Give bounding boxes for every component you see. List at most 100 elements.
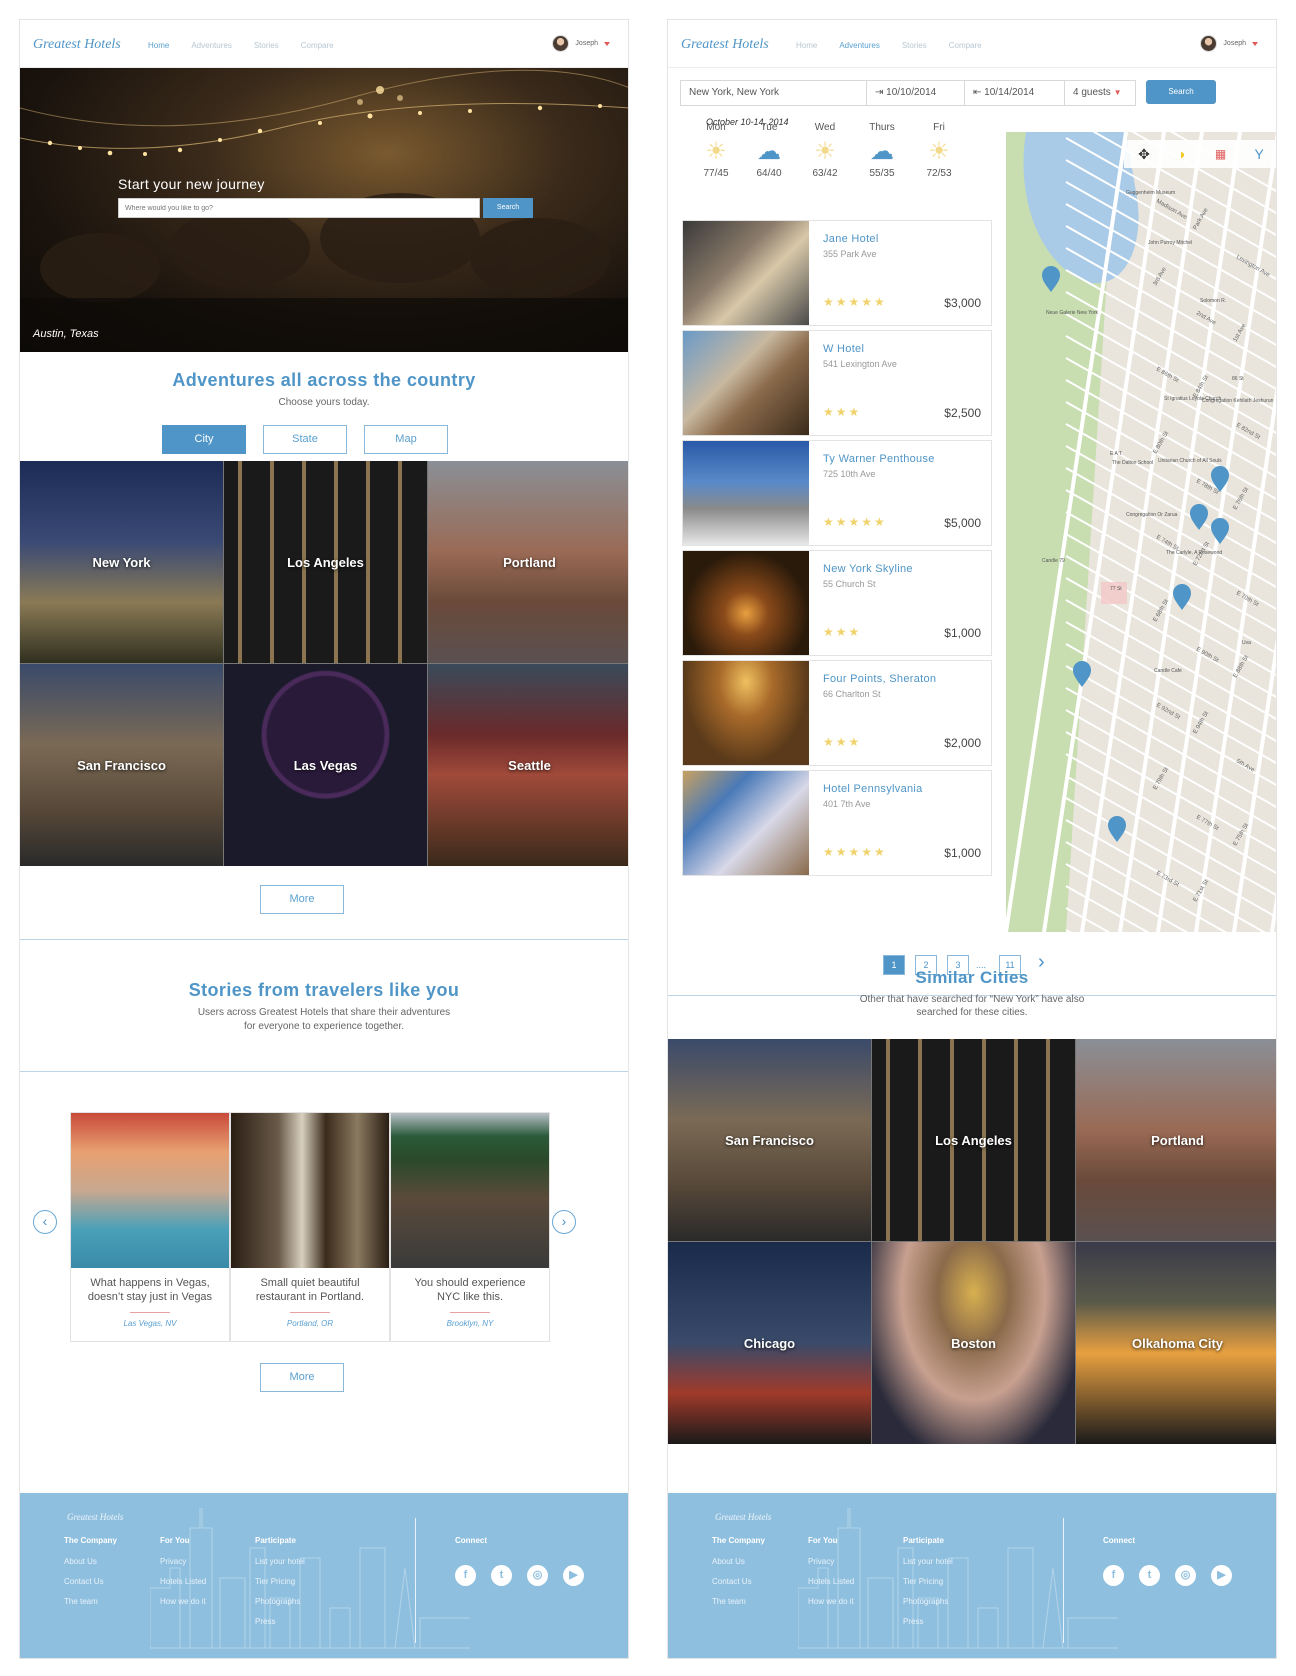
- hotel-name[interactable]: Ty Warner Penthouse: [823, 453, 935, 465]
- state-toggle-button[interactable]: State: [263, 425, 347, 454]
- destination-search-input[interactable]: [118, 198, 480, 218]
- hotel-result[interactable]: Four Points, Sheraton 66 Charlton St ★★★…: [682, 660, 992, 766]
- city-tile[interactable]: New York: [20, 461, 223, 663]
- sun-icon: ☀: [705, 138, 727, 165]
- footer-link[interactable]: Press: [255, 1617, 305, 1626]
- next-arrow-icon[interactable]: ›: [552, 1210, 576, 1234]
- temp-label: 64/40: [756, 168, 782, 179]
- footer-link[interactable]: Privacy: [160, 1557, 206, 1566]
- instagram-icon[interactable]: ◎: [527, 1565, 548, 1586]
- footer-link[interactable]: About Us: [712, 1557, 765, 1566]
- hotel-result[interactable]: Ty Warner Penthouse 725 10th Ave ★★★★★ $…: [682, 440, 992, 546]
- more-cities-button[interactable]: More: [260, 885, 344, 914]
- location-field[interactable]: New York, New York: [681, 81, 867, 105]
- facebook-icon[interactable]: f: [455, 1565, 476, 1586]
- nav-adventures[interactable]: Adventures: [191, 41, 231, 50]
- logo[interactable]: Greatest Hotels: [33, 37, 121, 53]
- footer-link[interactable]: How we do it: [160, 1597, 206, 1606]
- story-card[interactable]: You should experience NYC like this. Broo…: [390, 1112, 550, 1342]
- twitter-icon[interactable]: t: [491, 1565, 512, 1586]
- hero-location-caption: Austin, Texas: [33, 328, 99, 340]
- nav-stories[interactable]: Stories: [902, 41, 927, 50]
- footer-link[interactable]: How we do it: [808, 1597, 854, 1606]
- nav-compare[interactable]: Compare: [301, 41, 334, 50]
- hotel-result[interactable]: New York Skyline 55 Church St ★★★ $1,000: [682, 550, 992, 656]
- nav-home[interactable]: Home: [796, 41, 817, 50]
- checkout-field[interactable]: ⇤ 10/14/2014: [965, 81, 1065, 105]
- city-tile[interactable]: Seattle: [428, 664, 628, 866]
- nav-stories[interactable]: Stories: [254, 41, 279, 50]
- city-tile[interactable]: Los Angeles: [224, 461, 427, 663]
- city-tile[interactable]: San Francisco: [20, 664, 223, 866]
- footer-link[interactable]: Contact Us: [712, 1577, 765, 1586]
- footer-link[interactable]: Privacy: [808, 1557, 854, 1566]
- user-menu[interactable]: Joseph: [1200, 35, 1258, 52]
- footer-logo[interactable]: Greatest Hotels: [67, 1512, 123, 1522]
- hotel-price: $5,000: [944, 516, 981, 530]
- footer-link[interactable]: Hotels Listed: [160, 1577, 206, 1586]
- checkin-field[interactable]: ⇥ 10/10/2014: [867, 81, 965, 105]
- hotel-name[interactable]: Jane Hotel: [823, 233, 879, 245]
- footer-link[interactable]: Contact Us: [64, 1577, 117, 1586]
- facebook-icon[interactable]: f: [1103, 1565, 1124, 1586]
- city-label: San Francisco: [725, 1132, 814, 1148]
- city-tile[interactable]: Boston: [872, 1242, 1075, 1444]
- hotel-result[interactable]: Jane Hotel 355 Park Ave ★★★★★ $3,000: [682, 220, 992, 326]
- prev-arrow-icon[interactable]: ‹: [33, 1210, 57, 1234]
- footer-link[interactable]: Photographs: [255, 1597, 305, 1606]
- instagram-icon[interactable]: ◎: [1175, 1565, 1196, 1586]
- calendar-icon[interactable]: ▦: [1215, 147, 1226, 161]
- hotel-name[interactable]: W Hotel: [823, 343, 864, 355]
- chevron-down-icon: ▼: [1113, 88, 1122, 97]
- city-toggle-button[interactable]: City: [162, 425, 246, 454]
- footer-link[interactable]: Tier Pricing: [255, 1577, 305, 1586]
- story-text-line: NYC like this.: [436, 1291, 504, 1303]
- logo[interactable]: Greatest Hotels: [681, 37, 769, 53]
- footer-link[interactable]: About Us: [64, 1557, 117, 1566]
- pan-icon[interactable]: ✥: [1138, 146, 1150, 163]
- footer-link[interactable]: Press: [903, 1617, 953, 1626]
- hotel-result[interactable]: Hotel Pennsylvania 401 7th Ave ★★★★★ $1,…: [682, 770, 992, 876]
- youtube-icon[interactable]: ▶: [1211, 1565, 1232, 1586]
- hotel-name[interactable]: Four Points, Sheraton: [823, 673, 936, 685]
- footer-heading: The Company: [64, 1536, 117, 1545]
- story-card[interactable]: Small quiet beautiful restaurant in Portl…: [230, 1112, 390, 1342]
- hotel-result[interactable]: W Hotel 541 Lexington Ave ★★★ $2,500: [682, 330, 992, 436]
- city-tile[interactable]: Olkahoma City: [1076, 1242, 1276, 1444]
- footer-link[interactable]: The team: [712, 1597, 765, 1606]
- hero-search-button[interactable]: Search: [483, 198, 533, 218]
- twitter-icon[interactable]: t: [1139, 1565, 1160, 1586]
- city-tile[interactable]: Los Angeles: [872, 1039, 1075, 1241]
- map-toggle-button[interactable]: Map: [364, 425, 448, 454]
- hotel-layer-icon[interactable]: ◗: [1178, 146, 1186, 162]
- footer-link[interactable]: Photographs: [903, 1597, 953, 1606]
- user-menu[interactable]: Joseph: [552, 35, 610, 52]
- city-tile[interactable]: Chicago: [668, 1242, 871, 1444]
- more-stories-button[interactable]: More: [260, 1363, 344, 1392]
- footer-link[interactable]: Tier Pricing: [903, 1577, 953, 1586]
- city-tile[interactable]: Portland: [428, 461, 628, 663]
- city-tile[interactable]: Portland: [1076, 1039, 1276, 1241]
- map[interactable]: Neue Galerie New York Guggenheim Museum Jo…: [1006, 132, 1276, 932]
- cocktail-icon[interactable]: Y: [1254, 146, 1263, 162]
- city-tile[interactable]: Las Vegas: [224, 664, 427, 866]
- hotel-name[interactable]: New York Skyline: [823, 563, 913, 575]
- footer: Greatest Hotels The Company About Us Conta…: [668, 1493, 1276, 1658]
- guests-select[interactable]: 4 guests ▼: [1065, 81, 1135, 105]
- nav-home[interactable]: Home: [148, 41, 169, 50]
- footer-link[interactable]: List your hotel: [903, 1557, 953, 1566]
- avatar: [1200, 35, 1218, 52]
- footer-logo[interactable]: Greatest Hotels: [715, 1512, 771, 1522]
- search-button[interactable]: Search: [1146, 80, 1216, 104]
- city-tile[interactable]: San Francisco: [668, 1039, 871, 1241]
- youtube-icon[interactable]: ▶: [563, 1565, 584, 1586]
- hotel-name[interactable]: Hotel Pennsylvania: [823, 783, 923, 795]
- nav-adventures[interactable]: Adventures: [839, 41, 879, 50]
- nav-compare[interactable]: Compare: [949, 41, 982, 50]
- footer-link[interactable]: The team: [64, 1597, 117, 1606]
- user-name: Joseph: [575, 40, 598, 47]
- footer-link[interactable]: List your hotel: [255, 1557, 305, 1566]
- home-page: Greatest Hotels Home Adventures Stories …: [19, 19, 629, 1659]
- footer-link[interactable]: Hotels Listed: [808, 1577, 854, 1586]
- story-card[interactable]: What happens in Vegas, doesn’t stay just …: [70, 1112, 230, 1342]
